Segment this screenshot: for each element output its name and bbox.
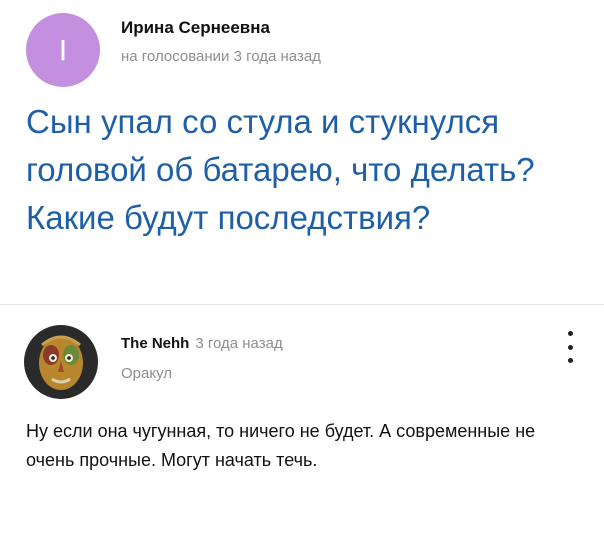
more-options-button[interactable] xyxy=(562,331,578,363)
answer-author-name[interactable]: The Nehh xyxy=(121,335,189,352)
answer-author-avatar[interactable] xyxy=(24,325,98,399)
question-title: Сын упал со стула и стукнулся головой об… xyxy=(26,103,535,236)
question-author-name[interactable]: Ирина Сернеевна xyxy=(121,18,270,38)
answer-author-rank: Оракул xyxy=(121,365,173,382)
avatar-initial: I xyxy=(58,33,68,67)
answer-card: The Nehh 3 года назад Оракул Ну если она … xyxy=(0,305,604,535)
question-author-avatar[interactable]: I xyxy=(26,13,100,87)
answer-text: Ну если она чугунная, то ничего не будет… xyxy=(26,421,536,470)
answer-time: 3 года назад xyxy=(195,335,283,352)
question-meta: на голосовании 3 года назад xyxy=(121,48,321,65)
question-card: I Ирина Сернеевна на голосовании 3 года … xyxy=(0,0,604,305)
anatomical-face-icon xyxy=(24,325,98,399)
vertical-ellipsis-icon xyxy=(567,331,573,336)
answer-author-row: The Nehh 3 года назад xyxy=(121,335,283,352)
